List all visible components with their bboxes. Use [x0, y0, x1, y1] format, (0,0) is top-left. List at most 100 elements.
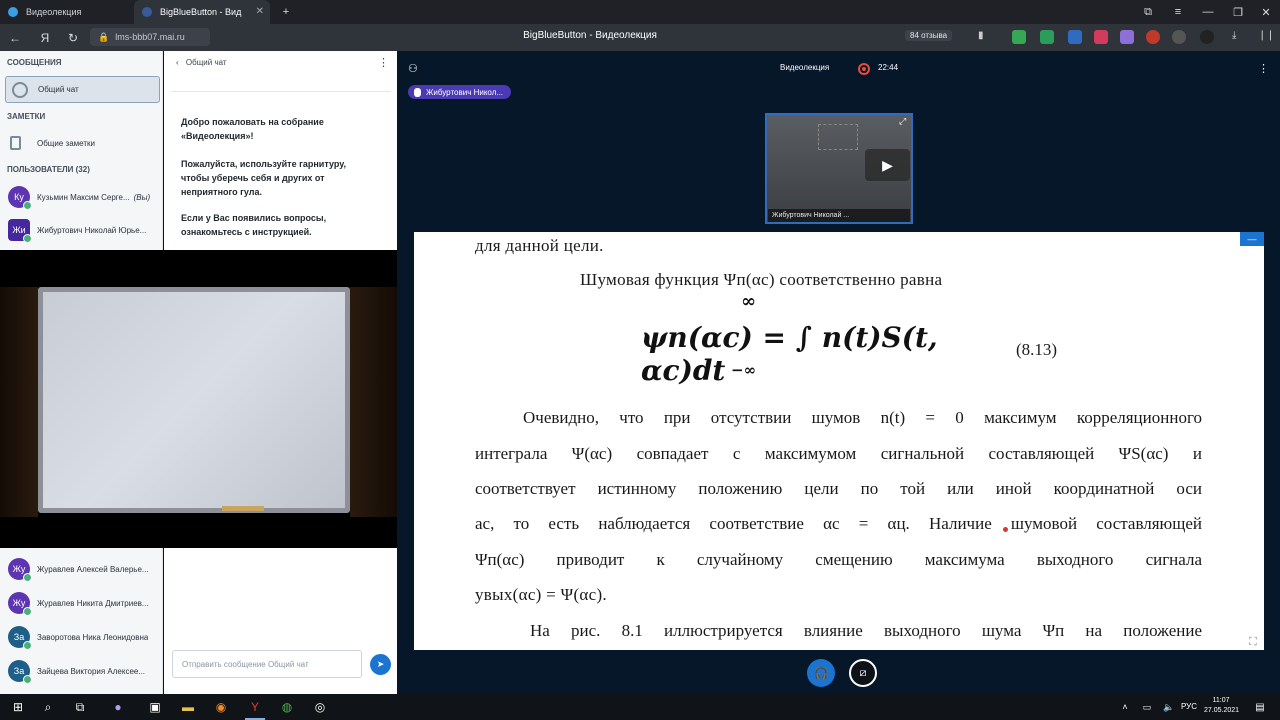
talking-indicator[interactable]: Жибуртович Никол... — [408, 85, 512, 99]
yandex-icon[interactable]: Я — [35, 28, 55, 48]
chat-header[interactable]: ‹ Общий чат — [176, 58, 227, 67]
bookmarks-icon[interactable]: ⧉ — [1137, 2, 1159, 22]
downloads-icon[interactable]: ⤓ — [1232, 30, 1246, 44]
tray-overflow-icon[interactable]: ˄ — [1115, 697, 1135, 717]
fullscreen-icon[interactable]: ⛶ — [1249, 636, 1264, 650]
task-view-icon[interactable]: ⧉ — [70, 697, 90, 717]
chrome-icon[interactable]: ◍ — [277, 697, 297, 717]
talker-name: Жибуртович Никол... — [426, 87, 504, 97]
extension-icon[interactable] — [1200, 30, 1214, 44]
public-chat-item[interactable]: Общий чат — [5, 76, 160, 103]
tab-close-icon[interactable]: ✕ — [256, 6, 264, 17]
search-icon[interactable]: ⌕ — [38, 697, 58, 717]
new-tab-button[interactable]: + — [275, 2, 297, 22]
notifications-icon[interactable]: ▤ — [1250, 697, 1270, 717]
language-indicator[interactable]: РУС — [1181, 702, 1197, 711]
app-icon[interactable]: ◉ — [211, 697, 231, 717]
alice-icon[interactable]: ● — [108, 697, 128, 717]
shared-notes-item[interactable]: Общие заметки — [10, 134, 160, 152]
chat-icon — [12, 81, 28, 98]
store-icon[interactable]: ▣ — [145, 697, 165, 717]
protect-icon[interactable] — [1012, 30, 1026, 44]
slide-text-line: интеграла Ψ(αс) совпадает с максимумом с… — [475, 444, 1202, 463]
clock-date: 27.05.2021 — [1204, 707, 1240, 714]
instruction-link[interactable]: ознакомьтесь с инструкцией. — [181, 225, 386, 239]
user-item[interactable]: Жи Жибуртович Николай Юрье... — [8, 217, 163, 243]
extension-icon[interactable] — [1172, 30, 1186, 44]
volume-icon[interactable]: 🔈 — [1159, 697, 1179, 717]
avatar-initials: За — [13, 666, 25, 676]
obs-icon[interactable]: ◎ — [310, 697, 330, 717]
send-button[interactable]: ➤ — [370, 654, 391, 675]
users-toggle-icon[interactable]: ⚇ — [408, 62, 418, 75]
integral-upper-limit: ∞ — [741, 291, 756, 312]
back-icon[interactable]: ← — [5, 28, 25, 48]
explorer-icon[interactable]: ▬ — [178, 697, 198, 717]
formula-number: (8.13) — [1016, 340, 1058, 359]
slide-text-line: Ψп(αс) приводит к случайному смещению ма… — [475, 550, 1202, 569]
clock-time: 11:07 — [1212, 697, 1230, 704]
avatar-initials: Ку — [14, 192, 24, 202]
avatar: За — [8, 626, 32, 650]
whiteboard-image — [38, 287, 350, 513]
welcome-line: Добро пожаловать на собрание — [181, 117, 324, 127]
extension-icon[interactable] — [1040, 30, 1054, 44]
start-icon[interactable]: ⊞ — [8, 697, 28, 717]
slide-text-line: для данной цели. — [475, 236, 604, 255]
user-name: Журавлев Никита Дмитриев... — [37, 598, 149, 608]
sidebar-icon[interactable]: ❘❘ — [1258, 30, 1275, 44]
user-item[interactable]: За Заворотова Ника Леонидовна — [8, 624, 163, 650]
minimize-presentation-button[interactable]: — — [1240, 232, 1264, 246]
integral-lower-limit: −∞ — [731, 361, 757, 379]
chat-options-icon[interactable]: ⋮ — [378, 56, 389, 69]
recording-icon[interactable] — [858, 63, 870, 75]
chat-title: Общий чат — [185, 58, 227, 67]
webcam-background — [0, 287, 38, 517]
extension-icon[interactable] — [1094, 30, 1108, 44]
play-icon[interactable]: ▶ — [865, 149, 910, 181]
reload-icon[interactable]: ↻ — [63, 28, 83, 48]
formula: ∞ ψn(αc) = ∫ n(t)S(t, αc)dt −∞ — [641, 291, 971, 389]
avatar: За — [8, 660, 32, 684]
user-item[interactable]: Жу Журавлев Никита Дмитриев... — [8, 590, 163, 616]
presentation-slide[interactable]: для данной цели. Шумовая функция Ψп(αс) … — [414, 232, 1264, 650]
user-name: Жибуртович Николай Юрье... — [37, 225, 147, 235]
network-icon[interactable]: ▭ — [1137, 697, 1157, 717]
formula-body: ψn(αc) = ∫ n(t)S(t, αc)dt — [641, 321, 938, 387]
options-menu-icon[interactable]: ⋮ — [1258, 62, 1269, 75]
tab-label: Видеолекция — [26, 7, 82, 17]
extension-icon[interactable] — [1068, 30, 1082, 44]
minimize-window-button[interactable]: — — [1197, 2, 1219, 22]
tab-favicon-icon — [142, 7, 152, 17]
tab-favicon-icon — [8, 7, 18, 17]
menu-icon[interactable]: ≡ — [1167, 2, 1189, 22]
user-item[interactable]: Жу Журавлев Алексей Валерье... — [8, 556, 163, 582]
user-name: Заворотова Ника Леонидовна — [37, 632, 149, 642]
chat-input[interactable]: Отправить сообщение Общий чат — [172, 650, 362, 678]
recording-time: 22:44 — [878, 63, 899, 72]
close-window-button[interactable]: ✕ — [1255, 2, 1277, 22]
url-field[interactable]: 🔒 lms-bbb07.mai.ru — [90, 28, 210, 46]
reviews-badge[interactable]: 84 отзыва — [905, 30, 953, 41]
mic-icon — [23, 201, 32, 210]
tab-videolecture[interactable]: Видеолекция — [0, 0, 130, 24]
welcome-line: Если у Вас появились вопросы, — [181, 213, 327, 223]
avatar-initials: Жи — [12, 225, 26, 235]
user-item[interactable]: За Зайцева Виктория Алексее... — [8, 658, 163, 684]
extension-icon[interactable] — [1120, 30, 1134, 44]
meeting-title: Видеолекция — [780, 63, 830, 72]
webcam-background — [350, 287, 397, 517]
camera-off-button[interactable]: ⧄ — [849, 659, 877, 687]
slide-text-line: Очевидно, что при отсутствии шумов n(t) … — [523, 408, 1202, 427]
extension-icon[interactable] — [1146, 30, 1160, 44]
user-item[interactable]: Ку Кузьмин Максим Серге... (Вы) — [8, 184, 163, 210]
avatar-initials: За — [13, 632, 25, 642]
bookmark-icon[interactable]: ▮ — [978, 30, 984, 41]
clock[interactable]: 11:07 27.05.2021 — [1204, 696, 1240, 716]
audio-button[interactable]: 🎧 — [807, 659, 835, 687]
avatar: Жи — [8, 219, 32, 243]
yandex-browser-icon[interactable]: Y — [245, 697, 265, 720]
tab-bigbluebutton[interactable]: BigBlueButton - Вид ✕ — [134, 0, 270, 24]
restore-window-button[interactable]: ❐ — [1227, 2, 1249, 22]
expand-icon[interactable]: ⤢ — [899, 116, 906, 127]
